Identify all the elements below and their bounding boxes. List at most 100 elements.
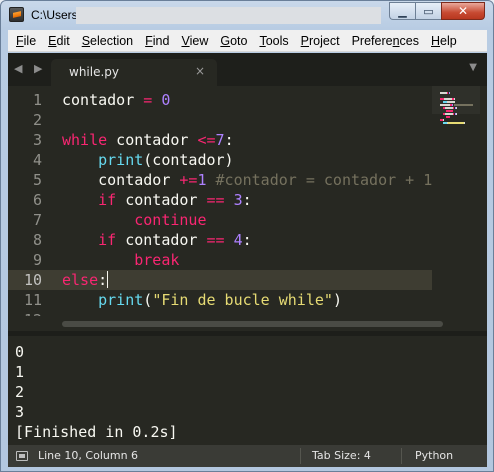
code-token: 3 xyxy=(233,191,243,209)
app-window: C:\Users\ ▁ ▭ ✕ File Edit Selection Find Vie… xyxy=(0,0,494,472)
menu-item[interactable]: Edit xyxy=(42,30,76,52)
tab-dropdown-icon[interactable]: ▼ xyxy=(469,62,477,73)
cursor-position: Line 10, Column 6 xyxy=(38,449,139,462)
menu-mnemonic: V xyxy=(181,33,190,48)
minimap-line xyxy=(464,122,465,124)
minimap-viewport[interactable] xyxy=(432,86,480,114)
menu-mnemonic: S xyxy=(81,33,91,48)
line-source: continue xyxy=(62,210,207,230)
tab-while-py[interactable]: while.py × xyxy=(51,59,217,86)
code-token: print xyxy=(98,291,144,309)
minimap-line xyxy=(453,104,473,106)
status-divider xyxy=(401,448,402,464)
menu-label-part: elp xyxy=(440,33,457,48)
line-source: contador = 0 xyxy=(62,90,170,110)
minimap-line xyxy=(448,92,450,94)
minimap-line xyxy=(447,101,456,103)
menu-item[interactable]: Goto xyxy=(214,30,253,52)
line-source: else: xyxy=(62,270,109,290)
menu-bar: File Edit Selection Find View Goto Tools Projec… xyxy=(8,30,487,52)
sublime-app-icon[interactable] xyxy=(9,7,24,22)
panel-toggle-icon[interactable] xyxy=(16,451,28,461)
line-number: 5 xyxy=(32,171,42,189)
minimap-line xyxy=(443,119,445,121)
line-number: 10 xyxy=(23,271,42,289)
line-number: 7 xyxy=(32,211,42,229)
code-token: == xyxy=(206,191,225,209)
code-line[interactable]: 6 if contador == 3: xyxy=(8,190,432,210)
code-token: contador xyxy=(62,91,144,109)
code-token: if xyxy=(98,231,117,249)
code-token: while xyxy=(62,131,108,149)
code-line[interactable]: 8 if contador == 4: xyxy=(8,230,432,250)
code-line[interactable]: 7 continue xyxy=(8,210,432,230)
editor: ◀ ▶ while.py × ▼ 1 contador = 0 2 3 while co… xyxy=(8,53,487,445)
code-line[interactable]: 3 while contador <=7: xyxy=(8,130,432,150)
console-line: 0 xyxy=(15,343,25,361)
minimap-line xyxy=(444,98,452,100)
menu-item[interactable]: File xyxy=(10,30,42,52)
minimap-line xyxy=(444,107,453,109)
horizontal-scrollbar[interactable] xyxy=(62,321,443,327)
menu-item[interactable]: View xyxy=(175,30,214,52)
close-button[interactable]: ✕ xyxy=(441,2,485,20)
minimap[interactable] xyxy=(432,86,480,316)
menu-mnemonic: n xyxy=(392,33,400,48)
minimap-line xyxy=(446,116,451,118)
menu-item[interactable]: Selection xyxy=(76,30,139,52)
code-line[interactable]: 1 contador = 0 xyxy=(8,90,432,110)
maximize-icon: ▭ xyxy=(423,4,434,18)
maximize-button[interactable]: ▭ xyxy=(415,2,441,20)
line-source: if contador == 4: xyxy=(62,230,252,250)
menu-item[interactable]: Find xyxy=(139,30,175,52)
line-source: if contador == 3: xyxy=(62,190,252,210)
minimap-line xyxy=(444,113,453,115)
line-number: 4 xyxy=(32,151,42,169)
minimap-line xyxy=(446,110,453,112)
title-bar[interactable]: C:\Users\ ▁ ▭ ✕ xyxy=(1,1,493,29)
code-token: continue xyxy=(134,211,207,229)
tab-size-selector[interactable]: Tab Size: 4 xyxy=(312,449,371,462)
menu-label-part: ile xyxy=(23,33,37,48)
minimize-button[interactable]: ▁ xyxy=(389,2,415,20)
code-token: <= xyxy=(197,131,216,149)
code-token: 7 xyxy=(215,131,225,149)
menu-item[interactable]: Preferences xyxy=(346,30,425,52)
code-token: : xyxy=(224,131,234,149)
console-line: 3 xyxy=(15,403,25,421)
code-token: contador xyxy=(116,191,207,209)
line-source: print("Fin de bucle while") xyxy=(62,290,342,310)
syntax-selector[interactable]: Python xyxy=(415,449,453,462)
menu-item[interactable]: Tools xyxy=(253,30,294,52)
line-number: 11 xyxy=(23,291,42,309)
code-line[interactable]: 9 break xyxy=(8,250,432,270)
console-line: [Finished in 0.2s] xyxy=(15,423,178,441)
line-source: print(contador) xyxy=(62,150,233,170)
code-line[interactable]: 10 else: xyxy=(8,270,432,290)
code-line[interactable]: 4 print(contador) xyxy=(8,150,432,170)
menu-label-part: election xyxy=(90,33,134,48)
code-token: contador xyxy=(62,171,180,189)
menu-mnemonic: F xyxy=(145,33,153,48)
code-editor[interactable]: 1 contador = 0 2 3 while contador <=7: 4 prin… xyxy=(8,86,487,316)
code-token: 4 xyxy=(233,231,243,249)
window-title: C:\Users\ xyxy=(31,8,82,22)
code-line[interactable]: 11 print("Fin de bucle while") xyxy=(8,290,432,310)
tab-nav-arrows-icon[interactable]: ◀ ▶ xyxy=(14,62,46,75)
menu-item[interactable]: Help xyxy=(425,30,463,52)
output-console[interactable]: 0 1 2 3 [Finished in 0.2s] xyxy=(8,336,487,445)
minimap-line xyxy=(440,92,448,94)
code-token: = xyxy=(143,91,153,109)
code-token: print xyxy=(98,151,144,169)
code-line[interactable]: 5 contador +=1 #contador = contador + 1 xyxy=(8,170,432,190)
tab-close-icon[interactable]: × xyxy=(195,64,205,78)
status-divider xyxy=(300,448,301,464)
menu-mnemonic: E xyxy=(48,33,57,48)
menu-label-part: roject xyxy=(309,33,340,48)
code-line[interactable]: 2 xyxy=(8,110,432,130)
minimap-line xyxy=(440,104,451,106)
menu-item[interactable]: Project xyxy=(295,30,346,52)
